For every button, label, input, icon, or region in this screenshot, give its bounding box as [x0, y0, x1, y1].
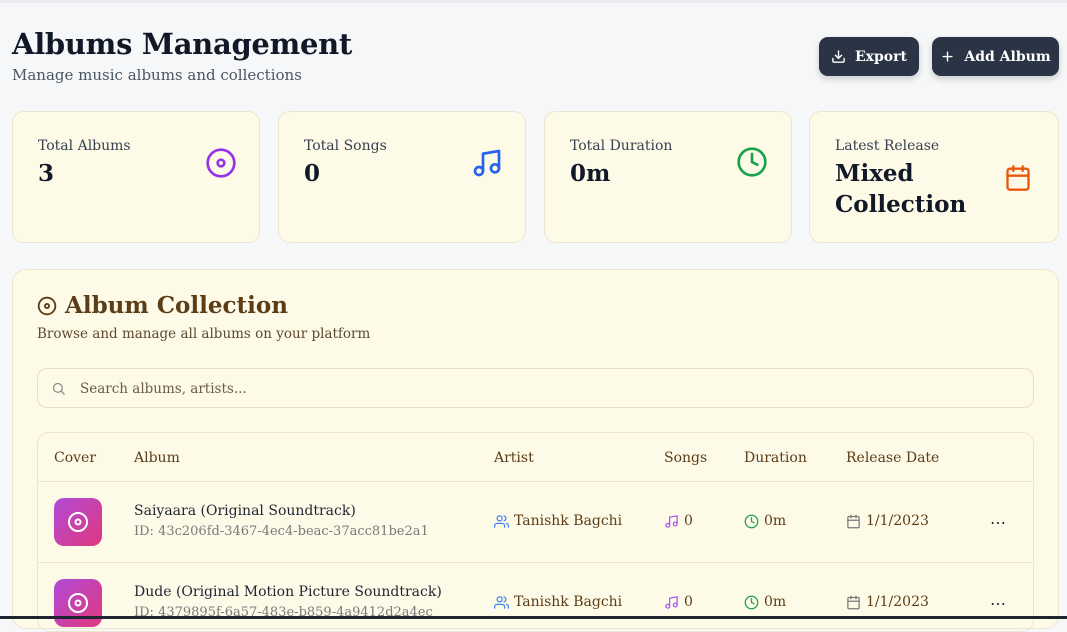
column-header-album: Album: [134, 450, 180, 466]
clock-icon: [744, 514, 759, 528]
search-icon: [52, 382, 65, 395]
albums-table: Cover Album Artist Songs Duration Releas…: [37, 432, 1034, 632]
stat-label: Latest Release: [835, 138, 940, 154]
column-header-cover: Cover: [54, 450, 97, 466]
artist-name: Tanishk Bagchi: [514, 594, 623, 610]
users-icon: [494, 514, 509, 528]
stat-card-total-songs: Total Songs 0: [278, 111, 526, 243]
stat-value: 0m: [570, 160, 611, 187]
search-box[interactable]: [37, 368, 1034, 409]
export-label: Export: [855, 48, 907, 65]
clock-icon: [737, 147, 767, 177]
stat-value: 3: [38, 160, 55, 187]
release-date-cell: 1/1/2023: [846, 513, 929, 529]
songs-count: 0: [684, 594, 693, 610]
stat-card-total-albums: Total Albums 3: [12, 111, 260, 243]
songs-cell: 0: [664, 513, 693, 529]
stat-label: Total Duration: [570, 138, 673, 154]
stat-label: Total Songs: [304, 138, 387, 154]
more-options-icon[interactable]: ⋯: [988, 593, 1008, 613]
calendar-icon: [1006, 165, 1030, 191]
release-date: 1/1/2023: [866, 513, 929, 529]
duration-cell: 0m: [744, 594, 786, 610]
disc-icon: [68, 593, 88, 613]
artist-cell: Tanishk Bagchi: [494, 513, 622, 529]
release-date-cell: 1/1/2023: [846, 594, 929, 610]
export-button[interactable]: Export: [819, 37, 919, 76]
disc-icon: [68, 512, 88, 532]
users-icon: [494, 595, 509, 609]
column-header-release-date: Release Date: [846, 450, 940, 466]
table-row[interactable]: Dude (Original Motion Picture Soundtrack…: [38, 562, 1033, 631]
panel-title-text: Album Collection: [65, 292, 288, 319]
artist-name: Tanishk Bagchi: [514, 513, 623, 529]
music-icon: [473, 149, 501, 177]
disc-icon: [206, 148, 236, 178]
more-options-icon[interactable]: ⋯: [988, 512, 1008, 532]
album-name: Saiyaara (Original Soundtrack): [134, 503, 356, 519]
duration-value: 0m: [764, 594, 787, 610]
column-header-duration: Duration: [744, 450, 807, 466]
disc-icon: [37, 296, 57, 315]
songs-cell: 0: [664, 594, 693, 610]
clock-icon: [744, 595, 759, 609]
stat-value: 0: [304, 160, 321, 187]
album-cover: [54, 498, 102, 546]
stat-label: Total Albums: [38, 138, 131, 154]
top-border: [0, 0, 1067, 3]
panel-subtitle: Browse and manage all albums on your pla…: [37, 326, 371, 342]
stat-card-latest-release: Latest Release Mixed Collection: [809, 111, 1059, 243]
stat-value: Mixed Collection: [835, 160, 967, 218]
add-album-label: Add Album: [964, 48, 1051, 65]
table-row[interactable]: Saiyaara (Original Soundtrack) ID: 43c20…: [38, 481, 1033, 563]
music-icon: [665, 595, 678, 609]
page-title: Albums Management: [12, 27, 352, 61]
duration-cell: 0m: [744, 513, 786, 529]
music-icon: [665, 514, 678, 528]
add-album-button[interactable]: Add Album: [932, 37, 1059, 76]
calendar-icon: [847, 595, 860, 609]
calendar-icon: [847, 514, 860, 528]
release-date: 1/1/2023: [866, 594, 929, 610]
album-cover: [54, 579, 102, 627]
panel-title: Album Collection: [37, 292, 288, 319]
search-input[interactable]: [78, 369, 1022, 409]
album-name: Dude (Original Motion Picture Soundtrack…: [134, 584, 442, 600]
column-header-songs: Songs: [664, 450, 708, 466]
stat-card-total-duration: Total Duration 0m: [544, 111, 792, 243]
download-icon: [832, 50, 845, 63]
column-header-artist: Artist: [494, 450, 534, 466]
duration-value: 0m: [764, 513, 787, 529]
page-subtitle: Manage music albums and collections: [12, 66, 302, 84]
plus-icon: [942, 51, 953, 62]
album-id: ID: 43c206fd-3467-4ec4-beac-37acc81be2a1: [134, 524, 429, 539]
album-collection-panel: Album Collection Browse and manage all a…: [12, 269, 1059, 632]
songs-count: 0: [684, 513, 693, 529]
artist-cell: Tanishk Bagchi: [494, 594, 622, 610]
